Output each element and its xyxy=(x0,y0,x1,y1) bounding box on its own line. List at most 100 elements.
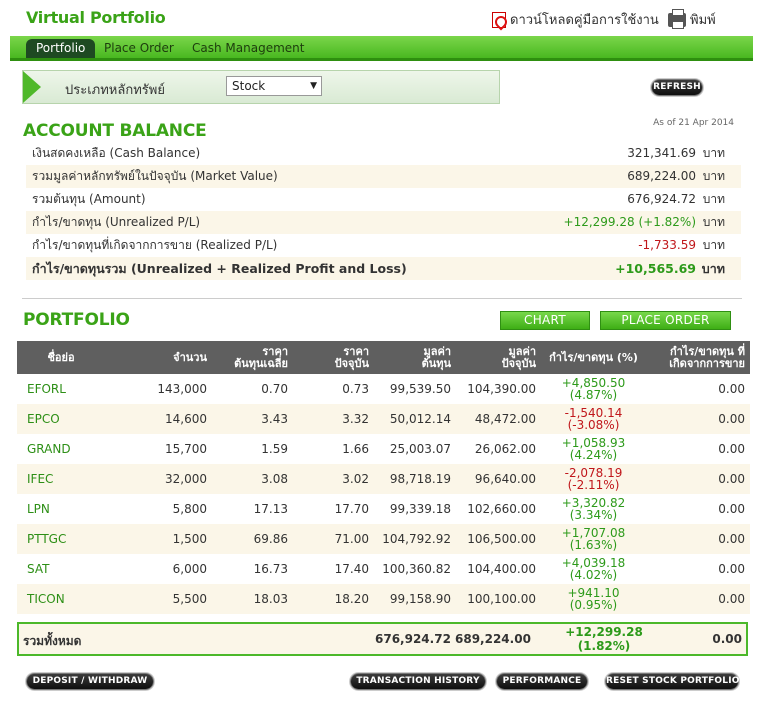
quantity-cell: 143,000 xyxy=(157,382,207,396)
portfolio-table-body: EFORL 143,000 0.70 0.73 99,539.50 104,390.00 +… xyxy=(17,374,750,614)
avg-cost-cell: 3.43 xyxy=(212,404,293,434)
symbol-cell[interactable]: IFEC xyxy=(17,464,105,494)
unrealized-pl-pct: (-3.08%) xyxy=(567,418,620,432)
unrealized-pl-cell: +4,039.18 (4.02%) xyxy=(541,554,646,584)
unrealized-pl-pct: (3.34%) xyxy=(569,508,618,522)
print-icon xyxy=(668,8,686,29)
tab-cash-management[interactable]: Cash Management xyxy=(188,39,308,58)
security-type-select[interactable]: Stock ▼ xyxy=(226,76,322,96)
arrow-icon xyxy=(23,71,41,103)
price-cell: 17.40 xyxy=(334,562,369,576)
col-price[interactable]: ราคา ปัจจุบัน xyxy=(293,341,374,374)
unrealized-pl-cell: +1,058.93 (4.24%) xyxy=(541,434,646,464)
col-cost-value[interactable]: มูลค่า ต้นทุน xyxy=(374,341,456,374)
symbol-cell[interactable]: EFORL xyxy=(17,374,105,404)
balance-unit: บาท xyxy=(701,261,725,276)
quantity-cell: 5,500 xyxy=(105,584,212,614)
realized-pl-cell: 0.00 xyxy=(718,502,745,516)
market-value-cell: 26,062.00 xyxy=(474,442,536,456)
cost-value-cell: 99,158.90 xyxy=(374,584,456,614)
deposit-withdraw-button[interactable]: DEPOSIT / WITHDRAW xyxy=(26,673,154,690)
total-label: รวมทั้งหมด xyxy=(23,634,82,648)
symbol-cell[interactable]: LPN xyxy=(17,494,105,524)
symbol-cell[interactable]: TICON xyxy=(17,584,105,614)
chart-button[interactable]: CHART xyxy=(500,311,590,330)
security-type-label: ประเภทหลักทรัพย์ xyxy=(65,83,165,98)
balance-unit: บาท xyxy=(702,238,725,252)
download-manual-link[interactable]: ดาวน์โหลดคู่มือการใช้งาน xyxy=(492,9,659,30)
tab-place-order[interactable]: Place Order xyxy=(100,39,178,58)
price-cell: 71.00 xyxy=(293,524,374,554)
tab-bar: Portfolio Place Order Cash Management xyxy=(10,36,753,61)
refresh-button[interactable]: REFRESH xyxy=(651,79,703,96)
security-type-filter: ประเภทหลักทรัพย์ Stock ▼ xyxy=(22,70,500,104)
cost-value-cell: 104,792.92 xyxy=(374,524,456,554)
price-cell: 0.73 xyxy=(342,382,369,396)
total-cost: 676,924.72 xyxy=(375,632,451,646)
cost-value-cell: 98,718.19 xyxy=(374,464,456,494)
market-value-cell: 104,390.00 xyxy=(467,382,536,396)
transaction-history-button[interactable]: TRANSACTION HISTORY xyxy=(350,673,486,690)
balance-row-market-value: รวมมูลค่าหลักทรัพย์ในปัจจุบัน (Market Va… xyxy=(26,165,741,188)
unrealized-pl-pct: (-2.11%) xyxy=(567,478,620,492)
table-header-row: ชื่อย่อ จำนวน ราคา ต้นทุนเฉลี่ย ราคา ปัจจุ… xyxy=(17,341,750,374)
total-unrealized-pl: +12,299.28 xyxy=(565,625,643,639)
market-value-cell: 106,500.00 xyxy=(456,524,541,554)
col-avg-cost[interactable]: ราคา ต้นทุนเฉลี่ย xyxy=(212,341,293,374)
symbol-cell[interactable]: GRAND xyxy=(17,434,105,464)
as-of-date: As of 21 Apr 2014 xyxy=(653,118,734,128)
avg-cost-cell: 17.13 xyxy=(253,502,288,516)
avg-cost-cell: 69.86 xyxy=(212,524,293,554)
performance-button[interactable]: PERFORMANCE xyxy=(496,673,588,690)
realized-pl-cell: 0.00 xyxy=(718,382,745,396)
realized-pl-cell: 0.00 xyxy=(646,404,750,434)
unrealized-pl-pct: (0.95%) xyxy=(569,598,618,612)
table-row: PTTGC 1,500 69.86 71.00 104,792.92 106,500.00… xyxy=(17,524,750,554)
total-market-value: 689,224.00 xyxy=(455,632,531,646)
balance-unit: บาท xyxy=(702,192,725,206)
col-symbol[interactable]: ชื่อย่อ xyxy=(17,341,105,374)
col-market-value[interactable]: มูลค่า ปัจจุบัน xyxy=(456,341,541,374)
realized-pl-cell: 0.00 xyxy=(646,584,750,614)
symbol-cell[interactable]: SAT xyxy=(17,554,105,584)
cost-value-cell: 99,539.50 xyxy=(389,382,451,396)
market-value-cell: 104,400.00 xyxy=(467,562,536,576)
unrealized-pl-cell: +941.10 (0.95%) xyxy=(541,584,646,614)
table-row: IFEC 32,000 3.08 3.02 98,718.19 96,640.00 -2,0… xyxy=(17,464,750,494)
col-unrealized-pl[interactable]: กำไร/ขาดทุน (%) xyxy=(541,341,646,374)
price-cell: 18.20 xyxy=(293,584,374,614)
col-quantity[interactable]: จำนวน xyxy=(105,341,212,374)
app-title: Virtual Portfolio xyxy=(26,8,166,27)
balance-row-cash: เงินสดคงเหลือ (Cash Balance) 321,341.69 … xyxy=(26,142,741,165)
portfolio-total-row: รวมทั้งหมด 676,924.72 689,224.00 +12,299… xyxy=(17,622,748,656)
symbol-cell[interactable]: PTTGC xyxy=(17,524,105,554)
cost-value-cell: 100,360.82 xyxy=(382,562,451,576)
table-row: SAT 6,000 16.73 17.40 100,360.82 104,400.00 +4… xyxy=(17,554,750,584)
balance-value: +10,565.69 xyxy=(615,261,696,276)
balance-row-total-pl: กำไร/ขาดทุนรวม (Unrealized + Realized Pr… xyxy=(26,257,741,280)
tab-portfolio[interactable]: Portfolio xyxy=(26,39,96,58)
avg-cost-cell: 0.70 xyxy=(261,382,288,396)
reset-stock-portfolio-button[interactable]: RESET STOCK PORTFOLIO xyxy=(605,673,739,690)
print-link[interactable]: พิมพ์ xyxy=(668,8,716,30)
total-realized-pl: 0.00 xyxy=(712,632,742,646)
balance-row-amount: รวมต้นทุน (Amount) 676,924.72 บาท xyxy=(26,188,741,211)
realized-pl-cell: 0.00 xyxy=(718,442,745,456)
market-value-cell: 102,660.00 xyxy=(467,502,536,516)
pdf-icon xyxy=(492,11,506,28)
symbol-cell[interactable]: EPCO xyxy=(17,404,105,434)
balance-value: 321,341.69 xyxy=(627,146,696,160)
balance-value: 676,924.72 xyxy=(627,192,696,206)
unrealized-pl-cell: -2,078.19 (-2.11%) xyxy=(541,464,646,494)
quantity-cell: 5,800 xyxy=(172,502,207,516)
price-cell: 3.32 xyxy=(293,404,374,434)
realized-pl-cell: 0.00 xyxy=(646,524,750,554)
balance-label: รวมต้นทุน (Amount) xyxy=(32,192,146,206)
balance-value: -1,733.59 xyxy=(638,238,696,252)
avg-cost-cell: 16.73 xyxy=(253,562,288,576)
place-order-button[interactable]: PLACE ORDER xyxy=(600,311,731,330)
portfolio-title: PORTFOLIO xyxy=(23,310,130,330)
price-cell: 1.66 xyxy=(342,442,369,456)
col-realized-pl[interactable]: กำไร/ขาดทุน ที่ เกิดจากการขาย xyxy=(646,341,750,374)
balance-value: 689,224.00 xyxy=(627,169,696,183)
